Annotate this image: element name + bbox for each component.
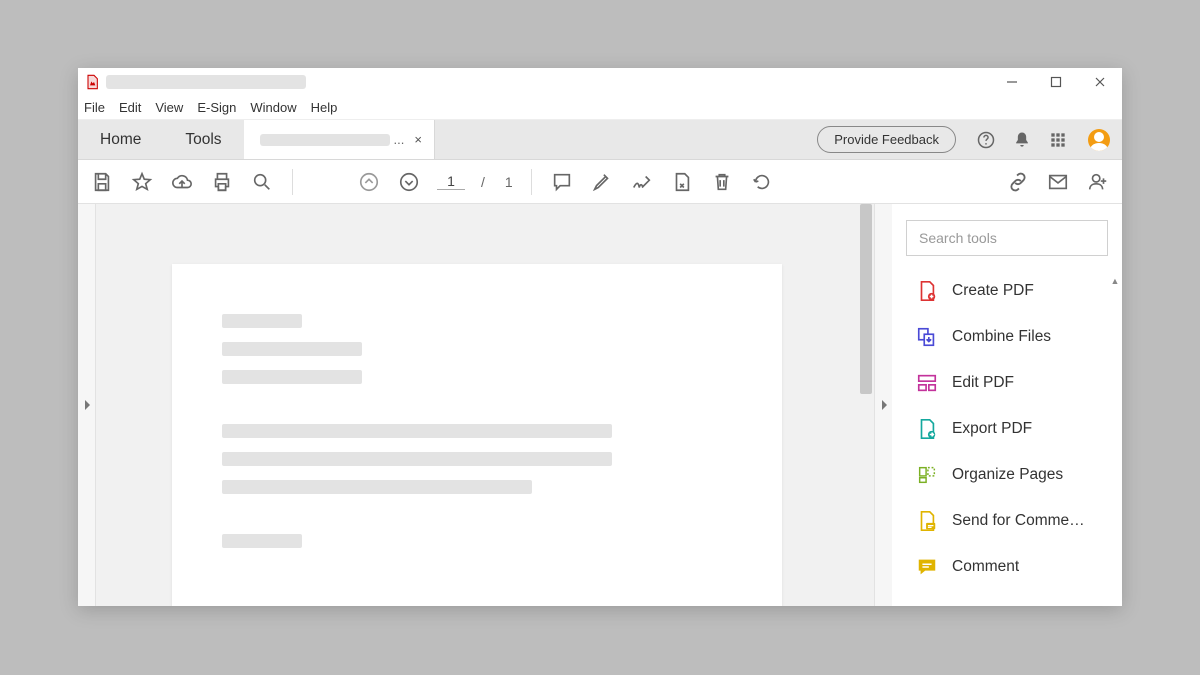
tool-organize-pages[interactable]: Organize Pages — [910, 454, 1105, 496]
minimize-button[interactable] — [990, 68, 1034, 96]
menubar: File Edit View E-Sign Window Help — [78, 96, 1122, 120]
window-title-placeholder — [106, 75, 306, 89]
share-people-icon[interactable] — [1086, 170, 1110, 194]
left-panel-toggle[interactable] — [78, 204, 96, 606]
send-comments-icon — [916, 510, 938, 532]
tool-label: Combine Files — [952, 328, 1051, 346]
scroll-up-arrow-icon[interactable]: ▲ — [1108, 274, 1122, 288]
tool-comment[interactable]: Comment — [910, 546, 1105, 588]
tool-edit-pdf[interactable]: Edit PDF — [910, 362, 1105, 404]
comment-icon — [916, 556, 938, 578]
account-avatar-icon[interactable] — [1088, 129, 1110, 151]
menu-window[interactable]: Window — [250, 100, 296, 115]
edit-pdf-icon — [916, 372, 938, 394]
menu-file[interactable]: File — [84, 100, 105, 115]
page-separator: / — [481, 174, 485, 190]
tool-label: Edit PDF — [952, 374, 1014, 392]
tool-label: Export PDF — [952, 420, 1032, 438]
tool-export-pdf[interactable]: Export PDF — [910, 408, 1105, 450]
tool-label: Comment — [952, 558, 1019, 576]
tools-search-input[interactable] — [906, 220, 1108, 256]
titlebar — [78, 68, 1122, 96]
page-total: 1 — [505, 174, 513, 190]
app-logo-icon — [84, 74, 100, 90]
menu-view[interactable]: View — [155, 100, 183, 115]
right-panel-toggle[interactable] — [874, 204, 892, 606]
close-button[interactable] — [1078, 68, 1122, 96]
notifications-icon[interactable] — [1004, 120, 1040, 159]
comment-bubble-icon[interactable] — [550, 170, 574, 194]
provide-feedback-button[interactable]: Provide Feedback — [817, 126, 956, 153]
document-tab-title-placeholder — [260, 134, 390, 146]
content-area: Create PDF Combine Files Edit PDF — [78, 204, 1122, 606]
primary-nav: Home Tools ... × Provide Feedback — [78, 120, 1122, 160]
tool-send-for-comments[interactable]: Send for Comme… — [910, 500, 1105, 542]
help-icon[interactable] — [968, 120, 1004, 159]
page-number-input[interactable] — [437, 173, 465, 190]
sign-icon[interactable] — [630, 170, 654, 194]
tool-label: Send for Comme… — [952, 512, 1085, 530]
scrollbar-thumb[interactable] — [860, 204, 872, 394]
document-scroll-area[interactable] — [96, 204, 858, 606]
export-pdf-icon — [916, 418, 938, 440]
home-tab[interactable]: Home — [78, 120, 163, 159]
tool-create-pdf[interactable]: Create PDF — [910, 270, 1105, 312]
menu-help[interactable]: Help — [311, 100, 338, 115]
share-link-icon[interactable] — [1006, 170, 1030, 194]
document-scrollbar[interactable] — [858, 204, 874, 606]
print-icon[interactable] — [210, 170, 234, 194]
tools-tab[interactable]: Tools — [163, 120, 243, 159]
highlight-icon[interactable] — [590, 170, 614, 194]
combine-files-icon — [916, 326, 938, 348]
maximize-button[interactable] — [1034, 68, 1078, 96]
email-icon[interactable] — [1046, 170, 1070, 194]
create-pdf-icon — [916, 280, 938, 302]
tools-pane: Create PDF Combine Files Edit PDF — [892, 204, 1122, 606]
page-down-icon[interactable] — [397, 170, 421, 194]
apps-grid-icon[interactable] — [1040, 120, 1076, 159]
document-viewer — [96, 204, 874, 606]
menu-esign[interactable]: E-Sign — [197, 100, 236, 115]
page-up-icon[interactable] — [357, 170, 381, 194]
tools-pane-scrollbar[interactable]: ▲ — [1108, 274, 1122, 606]
document-tab-ellipsis: ... — [394, 132, 405, 147]
tool-label: Create PDF — [952, 282, 1034, 300]
tools-list: Create PDF Combine Files Edit PDF — [892, 266, 1122, 588]
document-toolbar: / 1 — [78, 160, 1122, 204]
rotate-icon[interactable] — [750, 170, 774, 194]
document-page — [172, 264, 782, 606]
zoom-icon[interactable] — [250, 170, 274, 194]
stamp-icon[interactable] — [670, 170, 694, 194]
document-tab-close-icon[interactable]: × — [414, 132, 422, 147]
save-icon[interactable] — [90, 170, 114, 194]
menu-edit[interactable]: Edit — [119, 100, 141, 115]
organize-pages-icon — [916, 464, 938, 486]
tool-label: Organize Pages — [952, 466, 1063, 484]
star-icon[interactable] — [130, 170, 154, 194]
delete-icon[interactable] — [710, 170, 734, 194]
app-window: File Edit View E-Sign Window Help Home T… — [78, 68, 1122, 606]
cloud-upload-icon[interactable] — [170, 170, 194, 194]
tool-combine-files[interactable]: Combine Files — [910, 316, 1105, 358]
document-tab[interactable]: ... × — [244, 120, 435, 159]
